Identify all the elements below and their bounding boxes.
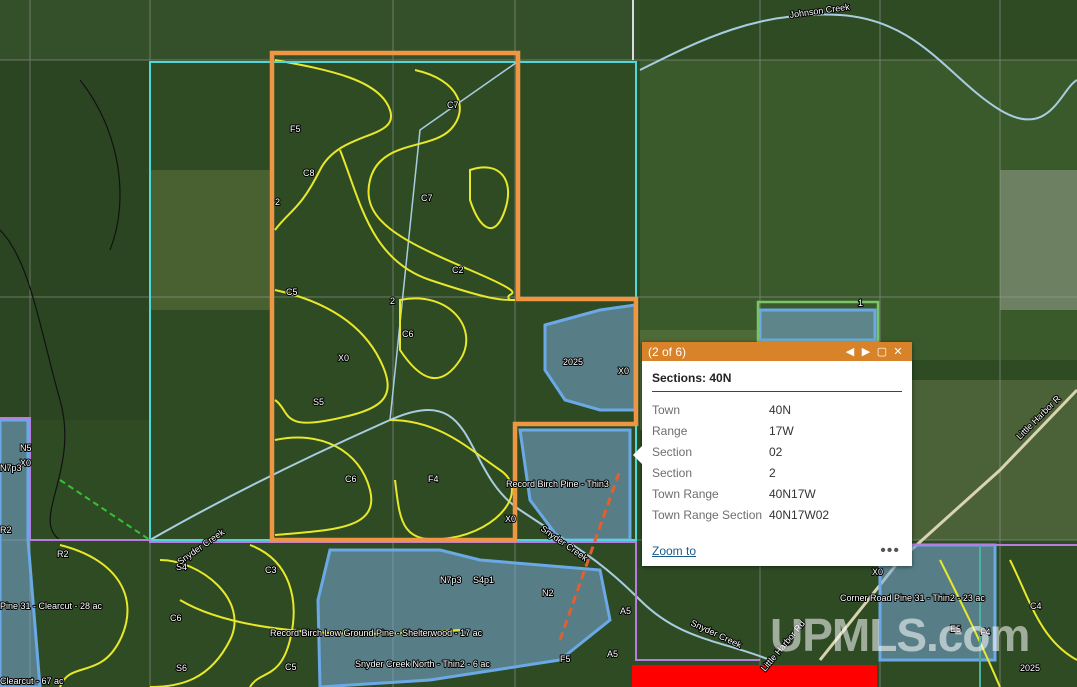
red-parcel[interactable] <box>632 665 877 687</box>
stand-label: R2 <box>57 549 69 559</box>
stand-label: X0 <box>338 353 349 363</box>
info-popup[interactable]: (2 of 6) ◀ ▶ ▢ ✕ Sections: 40N Town 40N R… <box>633 342 912 566</box>
stand-label: C3 <box>265 565 277 575</box>
attribute-row: Range 17W <box>652 420 902 441</box>
attribute-table: Town 40N Range 17W Section 02 Section 2 Town… <box>652 399 902 525</box>
attribute-key: Town Range <box>652 486 719 501</box>
stand-label: A5 <box>620 606 631 616</box>
stand-label: C6 <box>402 329 414 339</box>
stand-annotation-label: Clearcut - 67 ac <box>0 676 64 686</box>
dock-icon[interactable]: ▢ <box>874 345 890 358</box>
stand-label: R2 <box>0 525 12 535</box>
zoom-to-link[interactable]: Zoom to <box>652 544 880 558</box>
stand-label: 2025 <box>1020 663 1040 673</box>
stand-annotation-label: Pine 31 - Clearcut - 28 ac <box>0 601 103 611</box>
stand-annotation-label: Record Birch Low Ground Pine - Shelterwo… <box>270 628 483 638</box>
stand-annotation-label: Record Birch Pine - Thin3 <box>506 479 609 489</box>
stand-annotation-label: Snyder Creek North - Thin2 - 6 ac <box>355 659 490 669</box>
attribute-value: 2 <box>769 465 776 480</box>
popup-header: (2 of 6) ◀ ▶ ▢ ✕ <box>642 342 912 361</box>
attribute-row: Town Range 40N17W <box>652 483 902 504</box>
attribute-key: Range <box>652 423 688 438</box>
stand-label: X0 <box>505 514 516 524</box>
stand-label: C4 <box>1030 601 1042 611</box>
popup-counter: (2 of 6) <box>648 344 687 359</box>
map-canvas[interactable]: F5C7C8C7C2C5C6X0S5C6 F4X02025X0N5X0N7p3R2… <box>0 0 1077 687</box>
attribute-row: Town 40N <box>652 399 902 420</box>
stand-label: N7p3 <box>0 463 22 473</box>
stand-label: C7 <box>447 100 459 110</box>
stand-label: N5 <box>20 443 32 453</box>
stand-label: F5 <box>560 654 571 664</box>
attribute-value: 02 <box>769 444 783 459</box>
stand-label: C5 <box>285 662 297 672</box>
stand-label: F4 <box>428 474 439 484</box>
popup-pointer <box>633 446 642 464</box>
stand-label: F5 <box>290 124 301 134</box>
stand-annotation-label: Corner Road Pine 31 - Thin2 - 23 ac <box>840 593 985 603</box>
stand-label: C6 <box>170 613 182 623</box>
section-number-label: 1 <box>858 298 863 308</box>
stand-label: X0 <box>20 458 31 468</box>
popup-footer: Zoom to ••• <box>652 542 900 560</box>
stand-label: S6 <box>176 663 187 673</box>
popup-title: Sections: 40N <box>652 371 902 392</box>
attribute-key: Section <box>652 465 693 480</box>
stand-label: C8 <box>303 168 315 178</box>
attribute-value: 40N <box>769 402 792 417</box>
attribute-value: 17W <box>769 423 794 438</box>
attribute-row: Section 2 <box>652 462 902 483</box>
stand-label: A5 <box>607 649 618 659</box>
stand-label: S4p1 <box>473 575 494 585</box>
attribute-key: Town Range Section <box>652 507 763 522</box>
attribute-key: Town <box>652 402 681 417</box>
section-number-label: 2 <box>390 296 395 306</box>
stand-label: C7 <box>421 193 433 203</box>
attribute-value: 40N17W02 <box>769 507 830 522</box>
stand-label: N2 <box>542 588 554 598</box>
stand-label: X0 <box>618 366 629 376</box>
stand-label: X0 <box>872 567 883 577</box>
stand-label: 2025 <box>563 357 583 367</box>
attribute-row: Town Range Section 40N17W02 <box>652 504 902 525</box>
attribute-key: Section <box>652 444 693 459</box>
watermark: UPMLS.com <box>770 609 1030 661</box>
attribute-row: Section 02 <box>652 441 902 462</box>
stand-label: C2 <box>452 265 464 275</box>
section-number-label: 2 <box>275 197 280 207</box>
close-icon[interactable]: ✕ <box>890 345 906 358</box>
attribute-value: 40N17W <box>769 486 816 501</box>
stand-label: C5 <box>286 287 298 297</box>
previous-icon[interactable]: ◀ <box>842 345 858 358</box>
stand-label: C6 <box>345 474 357 484</box>
next-icon[interactable]: ▶ <box>858 345 874 358</box>
more-options-icon[interactable]: ••• <box>880 542 900 560</box>
stand-label: N7p3 <box>440 575 462 585</box>
stand-label: S5 <box>313 397 324 407</box>
